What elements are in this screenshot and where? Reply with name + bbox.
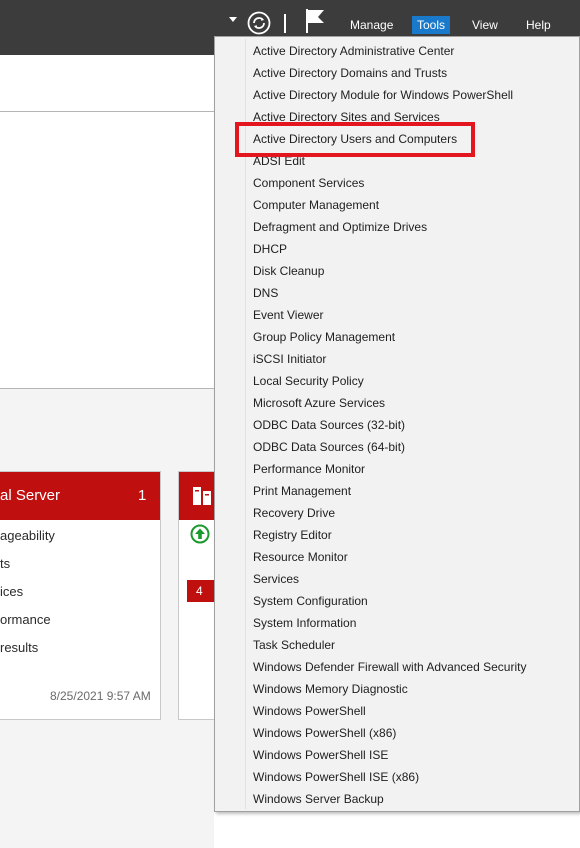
- menu-item-component-services[interactable]: Component Services: [215, 172, 579, 194]
- menu-item-dns[interactable]: DNS: [215, 282, 579, 304]
- menu-item-odbc-data-sources-64-bit[interactable]: ODBC Data Sources (64-bit): [215, 436, 579, 458]
- menu-item-active-directory-sites-and-services[interactable]: Active Directory Sites and Services: [215, 106, 579, 128]
- menu-item-recovery-drive[interactable]: Recovery Drive: [215, 502, 579, 524]
- menu-item-odbc-data-sources-32-bit[interactable]: ODBC Data Sources (32-bit): [215, 414, 579, 436]
- menu-item-defragment-and-optimize-drives[interactable]: Defragment and Optimize Drives: [215, 216, 579, 238]
- menu-item-event-viewer[interactable]: Event Viewer: [215, 304, 579, 326]
- online-up-arrow-icon: [190, 524, 210, 544]
- tile-row-manageability[interactable]: ageability: [0, 528, 55, 543]
- toolbar-separator: [284, 14, 286, 33]
- menu-manage[interactable]: Manage: [345, 16, 398, 34]
- menu-item-microsoft-azure-services[interactable]: Microsoft Azure Services: [215, 392, 579, 414]
- menu-item-adsi-edit[interactable]: ADSI Edit: [215, 150, 579, 172]
- tools-menu-list: Active Directory Administrative Center Ac…: [215, 40, 579, 810]
- menu-item-windows-powershell-x86[interactable]: Windows PowerShell (x86): [215, 722, 579, 744]
- menu-item-iscsi-initiator[interactable]: iSCSI Initiator: [215, 348, 579, 370]
- menu-item-disk-cleanup[interactable]: Disk Cleanup: [215, 260, 579, 282]
- tools-dropdown-menu: Active Directory Administrative Center Ac…: [214, 36, 580, 812]
- menu-item-performance-monitor[interactable]: Performance Monitor: [215, 458, 579, 480]
- menu-item-resource-monitor[interactable]: Resource Monitor: [215, 546, 579, 568]
- menu-item-print-management[interactable]: Print Management: [215, 480, 579, 502]
- menu-item-services[interactable]: Services: [215, 568, 579, 590]
- tile-row-services[interactable]: ices: [0, 584, 23, 599]
- dashboard-welcome-panel: [0, 112, 214, 389]
- all-servers-tile[interactable]: 4: [178, 471, 215, 720]
- menu-item-system-configuration[interactable]: System Configuration: [215, 590, 579, 612]
- menu-view[interactable]: View: [467, 16, 503, 34]
- menu-item-group-policy-management[interactable]: Group Policy Management: [215, 326, 579, 348]
- menu-tools[interactable]: Tools: [412, 16, 451, 34]
- menu-item-local-security-policy[interactable]: Local Security Policy: [215, 370, 579, 392]
- menu-item-task-scheduler[interactable]: Task Scheduler: [215, 634, 579, 656]
- tile-header[interactable]: al Server 1: [0, 472, 160, 520]
- menu-item-active-directory-module-for-windows-powershell[interactable]: Active Directory Module for Windows Powe…: [215, 84, 579, 106]
- menu-item-windows-powershell-ise[interactable]: Windows PowerShell ISE: [215, 744, 579, 766]
- dashboard-header-panel: [0, 55, 214, 112]
- menu-help[interactable]: Help: [521, 16, 556, 34]
- menu-item-dhcp[interactable]: DHCP: [215, 238, 579, 260]
- tile-timestamp: 8/25/2021 9:57 AM: [50, 689, 151, 703]
- dropdown-arrow-icon[interactable]: [229, 17, 237, 22]
- tile-row-performance[interactable]: ormance: [0, 612, 51, 627]
- tile2-header[interactable]: [179, 472, 215, 520]
- tile-row-bpa-results[interactable]: results: [0, 640, 38, 655]
- local-server-tile[interactable]: al Server 1 ageability ts ices ormance r…: [0, 471, 161, 720]
- menu-item-windows-server-backup[interactable]: Windows Server Backup: [215, 788, 579, 810]
- menu-item-active-directory-administrative-center[interactable]: Active Directory Administrative Center: [215, 40, 579, 62]
- flag-icon[interactable]: [304, 8, 326, 34]
- menu-item-registry-editor[interactable]: Registry Editor: [215, 524, 579, 546]
- count-badge[interactable]: 4: [187, 580, 215, 602]
- tile-count: 1: [138, 487, 147, 504]
- menu-item-active-directory-users-and-computers[interactable]: Active Directory Users and Computers: [215, 128, 579, 150]
- menu-item-system-information[interactable]: System Information: [215, 612, 579, 634]
- menu-item-windows-defender-firewall-with-advanced-security[interactable]: Windows Defender Firewall with Advanced …: [215, 656, 579, 678]
- server-icon: [193, 487, 211, 505]
- menu-item-active-directory-domains-and-trusts[interactable]: Active Directory Domains and Trusts: [215, 62, 579, 84]
- tile-title: al Server: [0, 487, 61, 504]
- menu-item-windows-powershell-ise-x86[interactable]: Windows PowerShell ISE (x86): [215, 766, 579, 788]
- menu-item-windows-powershell[interactable]: Windows PowerShell: [215, 700, 579, 722]
- tile-row-events[interactable]: ts: [0, 556, 10, 571]
- menu-item-windows-memory-diagnostic[interactable]: Windows Memory Diagnostic: [215, 678, 579, 700]
- menu-item-computer-management[interactable]: Computer Management: [215, 194, 579, 216]
- refresh-icon[interactable]: [247, 11, 271, 35]
